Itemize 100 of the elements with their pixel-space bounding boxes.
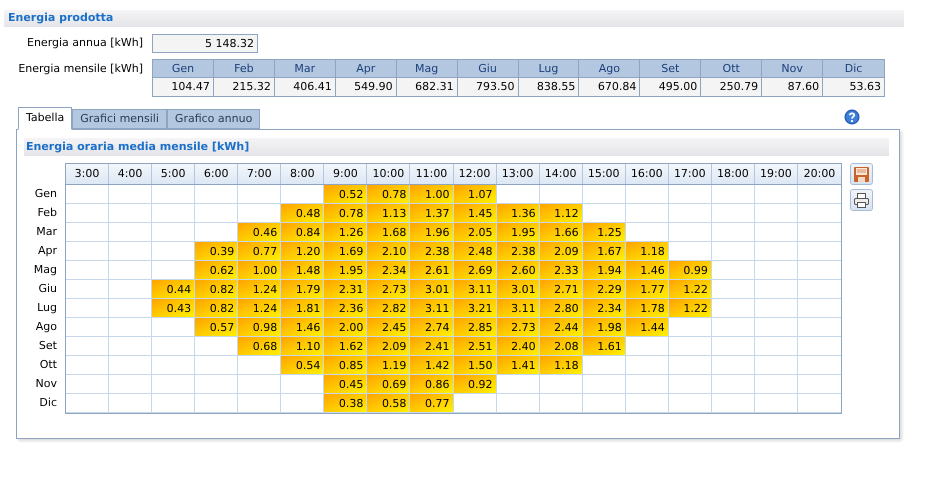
empty-cell — [195, 204, 238, 223]
empty-cell — [626, 375, 669, 394]
column-header: 16:00 — [626, 164, 669, 184]
table-cell: 682.31 — [396, 78, 458, 96]
row-label: Ago — [34, 319, 58, 335]
table-cell: 0.82 — [195, 299, 238, 318]
table-cell: 1.45 — [454, 204, 497, 223]
table-cell: 0.69 — [367, 375, 410, 394]
table-cell: 0.77 — [410, 394, 454, 413]
column-header: 15:00 — [582, 164, 626, 184]
field-label: Energia mensile [kWh] — [17, 61, 143, 77]
table-cell: 2.61 — [410, 261, 454, 280]
empty-cell — [754, 375, 798, 394]
help-icon[interactable] — [844, 109, 860, 125]
table-cell: 0.85 — [324, 356, 368, 375]
table-cell: 1.07 — [454, 185, 497, 204]
table-cell: 3.01 — [410, 280, 454, 299]
table-cell: 0.78 — [367, 185, 410, 204]
tab[interactable]: Tabella — [18, 107, 72, 130]
printer-icon — [853, 192, 870, 208]
table-cell: 2.71 — [540, 280, 583, 299]
empty-cell — [66, 185, 110, 204]
table-cell: 0.92 — [454, 375, 497, 394]
empty-cell — [66, 204, 110, 223]
row-label: Giu — [37, 281, 58, 297]
table-cell: 1.12 — [540, 204, 583, 223]
table-cell: 1.68 — [367, 223, 410, 242]
table-cell: 1.46 — [281, 318, 324, 337]
table-cell: 2.40 — [496, 337, 540, 356]
empty-cell — [238, 394, 282, 413]
empty-cell — [668, 185, 712, 204]
table-cell: 0.38 — [324, 394, 368, 413]
table-cell: 1.25 — [582, 223, 626, 242]
table-cell: 0.52 — [324, 185, 368, 204]
empty-cell — [152, 185, 196, 204]
table-cell: 0.57 — [195, 318, 238, 337]
table-cell: 2.69 — [454, 261, 497, 280]
table-cell: 0.78 — [324, 204, 368, 223]
empty-cell — [626, 185, 669, 204]
empty-cell — [66, 223, 110, 242]
empty-cell — [668, 375, 712, 394]
table-cell: 0.62 — [195, 261, 238, 280]
empty-cell — [712, 337, 755, 356]
tab[interactable]: Grafico annuo — [166, 109, 260, 129]
empty-cell — [712, 223, 755, 242]
empty-cell — [712, 356, 755, 375]
row-label: Apr — [36, 243, 58, 259]
empty-cell — [152, 394, 196, 413]
table-cell: 1.18 — [626, 242, 669, 261]
table-cell: 1.24 — [238, 280, 282, 299]
empty-cell — [496, 394, 540, 413]
table-cell: 1.20 — [281, 242, 324, 261]
empty-cell — [582, 185, 626, 204]
table-cell: 2.73 — [367, 280, 410, 299]
table-cell: 215.32 — [214, 78, 275, 96]
empty-cell — [66, 242, 110, 261]
table-cell: 2.08 — [540, 337, 583, 356]
empty-cell — [66, 394, 110, 413]
print-button[interactable] — [850, 189, 873, 211]
table-cell: 549.90 — [336, 78, 397, 96]
column-header: 6:00 — [195, 164, 238, 184]
empty-cell — [109, 356, 152, 375]
row-label: Mar — [35, 224, 58, 240]
table-cell: 250.79 — [701, 78, 762, 96]
table-cell: 0.39 — [195, 242, 238, 261]
table-cell: 0.54 — [281, 356, 324, 375]
row-label: Ott — [38, 357, 58, 373]
empty-cell — [195, 375, 238, 394]
table-cell: 1.41 — [496, 356, 540, 375]
table-cell: 87.60 — [762, 78, 824, 96]
empty-cell — [66, 356, 110, 375]
column-header: 3:00 — [66, 164, 110, 184]
table-cell: 1.81 — [281, 299, 324, 318]
table-cell: 1.95 — [324, 261, 368, 280]
empty-cell — [238, 375, 282, 394]
table-cell: 2.34 — [582, 299, 626, 318]
table-cell: 2.85 — [454, 318, 497, 337]
table-cell: 2.00 — [324, 318, 368, 337]
empty-cell — [152, 356, 196, 375]
column-header: 17:00 — [668, 164, 712, 184]
table-cell: 793.50 — [458, 78, 518, 96]
table-cell: 2.45 — [367, 318, 410, 337]
table-cell: 1.77 — [626, 280, 669, 299]
empty-cell — [668, 337, 712, 356]
table-cell: 2.34 — [367, 261, 410, 280]
save-button[interactable] — [850, 163, 873, 185]
table-cell: 1.50 — [454, 356, 497, 375]
empty-cell — [712, 318, 755, 337]
annual-energy-field[interactable]: 5 148.32 — [152, 34, 258, 53]
empty-cell — [626, 356, 669, 375]
empty-cell — [712, 185, 755, 204]
row-label: Mag — [32, 262, 58, 278]
column-header: 10:00 — [367, 164, 410, 184]
table-cell: 0.46 — [238, 223, 282, 242]
table-cell: 1.95 — [496, 223, 540, 242]
table-cell: 1.24 — [238, 299, 282, 318]
tab[interactable]: Grafici mensili — [72, 109, 167, 129]
table-cell: 2.38 — [410, 242, 454, 261]
empty-cell — [668, 356, 712, 375]
table-cell: 1.79 — [281, 280, 324, 299]
